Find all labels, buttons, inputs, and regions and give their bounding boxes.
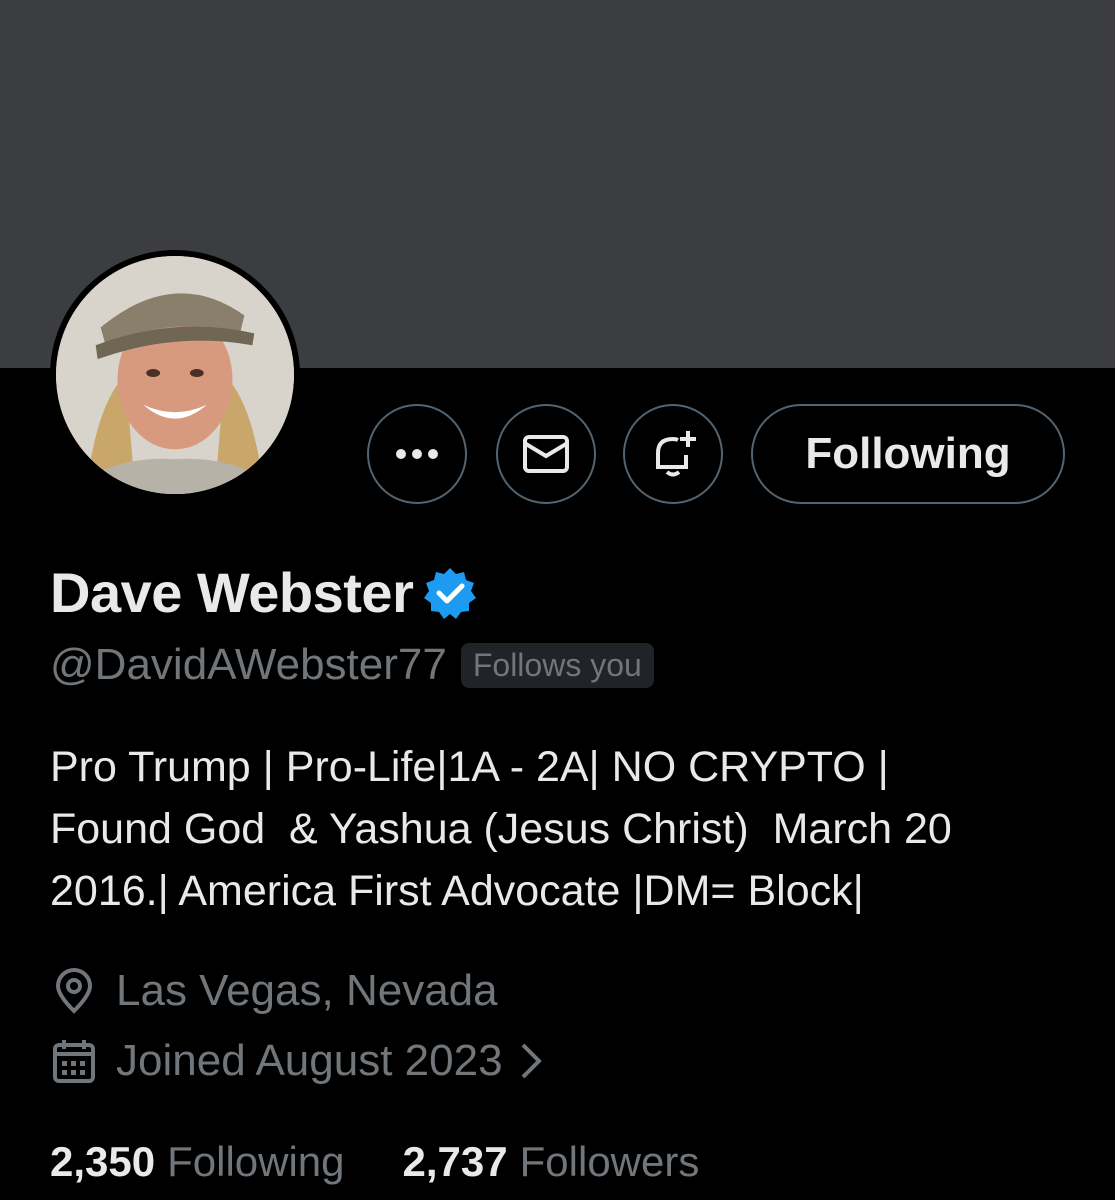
notify-button[interactable] bbox=[623, 404, 723, 504]
more-button[interactable] bbox=[367, 404, 467, 504]
following-count: 2,350 bbox=[50, 1138, 156, 1185]
location-pin-icon bbox=[55, 968, 93, 1014]
followers-stat[interactable]: 2,737 Followers bbox=[403, 1138, 700, 1186]
location-row: Las Vegas, Nevada bbox=[50, 966, 498, 1016]
mail-icon bbox=[523, 435, 569, 473]
following-button-label: Following bbox=[805, 429, 1011, 478]
handle: @DavidAWebster77 bbox=[50, 640, 447, 689]
bio-line: 2016.| America First Advocate |DM= Block… bbox=[50, 867, 864, 915]
follow-stats: 2,350 Following 2,737 Followers bbox=[50, 1138, 699, 1186]
bell-plus-icon bbox=[656, 431, 696, 477]
name-row: Dave Webster bbox=[50, 560, 477, 625]
followers-count: 2,737 bbox=[402, 1138, 508, 1185]
more-icon bbox=[396, 449, 438, 459]
profile-actions: Following bbox=[0, 404, 1115, 506]
follows-you-badge: Follows you bbox=[460, 642, 654, 688]
following-label: Following bbox=[167, 1138, 345, 1185]
handle-row: @DavidAWebster77 Follows you bbox=[50, 640, 654, 690]
bio: Pro Trump | Pro-Life|1A - 2A| NO CRYPTO … bbox=[50, 736, 1090, 922]
joined-text: Joined August 2023 bbox=[116, 1036, 503, 1085]
verified-badge-icon[interactable] bbox=[423, 566, 477, 620]
following-stat[interactable]: 2,350 Following bbox=[50, 1138, 345, 1186]
followers-label: Followers bbox=[519, 1138, 700, 1185]
calendar-icon bbox=[53, 1040, 95, 1083]
bio-line: Found God & Yashua (Jesus Christ) March … bbox=[50, 805, 952, 853]
chevron-right-icon bbox=[521, 1043, 542, 1079]
location-text: Las Vegas, Nevada bbox=[116, 966, 498, 1015]
joined-row[interactable]: Joined August 2023 bbox=[50, 1036, 545, 1086]
message-button[interactable] bbox=[496, 404, 596, 504]
following-button[interactable]: Following bbox=[751, 404, 1065, 504]
display-name: Dave Webster bbox=[50, 561, 414, 624]
bio-line: Pro Trump | Pro-Life|1A - 2A| NO CRYPTO … bbox=[50, 743, 889, 791]
